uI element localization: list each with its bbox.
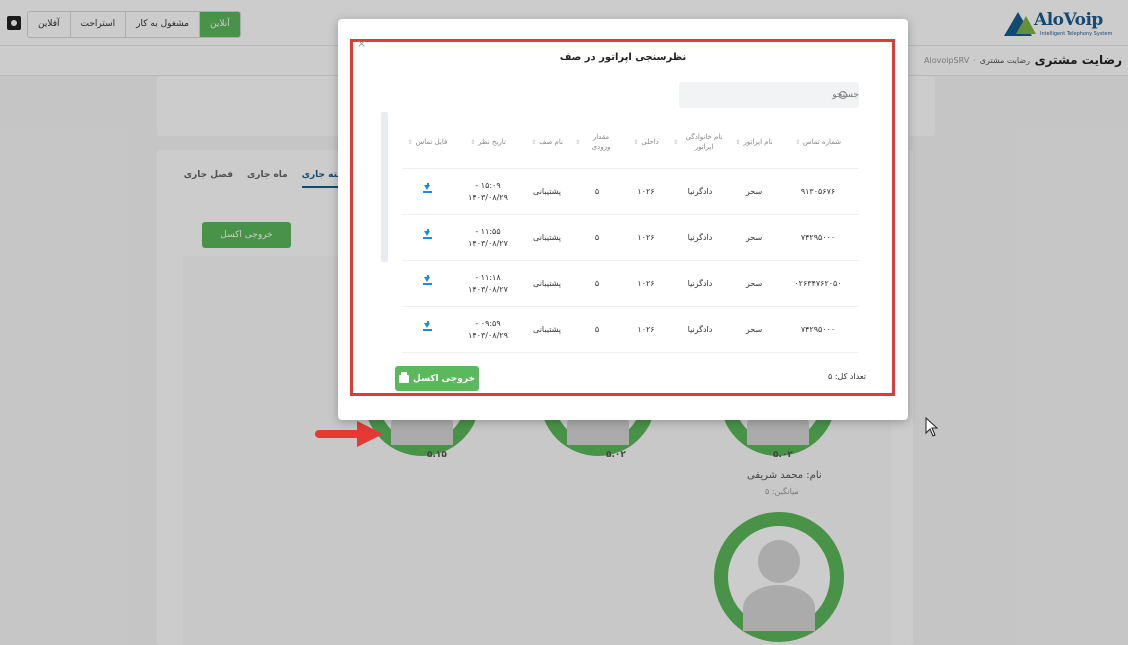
cell-phone: ۷۴۲۹۵۰۰۰ [800, 232, 836, 242]
cell-last-name: دادگرنیا [687, 324, 713, 334]
download-icon[interactable] [423, 229, 432, 240]
table-row: ۷۴۲۹۵۰۰۰ سحر دادگرنیا ۱۰۲۶ ۵ پشتیبانی ۰۹… [402, 307, 859, 353]
cell-date: ۱۴۰۳/۰۸/۲۷ [468, 284, 508, 294]
modal-excel-export-button[interactable]: خروجی اکسل [395, 366, 479, 391]
cell-extension: ۱۰۲۶ [637, 278, 655, 288]
table-row: ۹۱۳۰۵۶۷۶ سحر دادگرنیا ۱۰۲۶ ۵ پشتیبانی ۱۵… [402, 169, 859, 215]
column-label: فایل تماس [415, 137, 448, 146]
column-label: نام صف [539, 137, 563, 146]
cell-phone: ۰۲۶۳۴۷۶۲۰۵۰ [794, 278, 842, 288]
cell-time: ۱۱:۵۵ - [475, 226, 501, 236]
survey-modal: × نظرسنجی اپراتور در صف شماره تماس⇕ نام … [338, 19, 908, 420]
download-icon[interactable] [423, 321, 432, 332]
cell-extension: ۱۰۲۶ [637, 186, 655, 196]
column-label: داخلی [641, 137, 659, 146]
cell-file [402, 229, 453, 244]
sort-icon: ⇕ [407, 138, 413, 146]
cell-last-name: دادگرنیا [687, 186, 713, 196]
cell-last-name: دادگرنیا [687, 278, 713, 288]
table-row: ۷۴۲۹۵۰۰۰ سحر دادگرنیا ۱۰۲۶ ۵ پشتیبانی ۱۱… [402, 215, 859, 261]
cell-last-name: دادگرنیا [687, 232, 713, 242]
cell-file [402, 321, 453, 336]
cell-first-name: سحر [745, 232, 763, 242]
cell-first-name: سحر [745, 278, 763, 288]
modal-title: نظرسنجی اپراتور در صف [559, 52, 687, 63]
download-icon[interactable] [423, 183, 432, 194]
cell-datetime: ۱۵:۰۹ - ۱۴۰۳/۰۸/۲۹ [453, 180, 523, 204]
modal-excel-export-label: خروجی اکسل [413, 373, 475, 384]
cell-queue: پشتیبانی [533, 278, 561, 288]
cell-date: ۱۴۰۳/۰۸/۲۷ [468, 238, 508, 248]
cell-time: ۱۱:۱۸ - [475, 272, 501, 282]
cell-phone: ۹۱۳۰۵۶۷۶ [800, 186, 836, 196]
search-input[interactable] [709, 82, 859, 108]
cell-queue: پشتیبانی [533, 232, 561, 242]
cell-time: ۱۵:۰۹ - [475, 180, 501, 190]
cell-first-name: سحر [745, 324, 763, 334]
cell-phone: ۷۴۲۹۵۰۰۰ [800, 324, 836, 334]
column-label: تاریخ نظر [478, 137, 506, 146]
cell-time: ۰۹:۵۹ - [475, 318, 501, 328]
cell-value: ۵ [594, 232, 600, 242]
survey-table: شماره تماس ⇕ نام اپراتور ⇕ نام خانوادگی اپ… [402, 117, 859, 353]
download-icon[interactable] [423, 275, 432, 286]
sort-icon: ⇕ [575, 138, 581, 146]
search-box [679, 82, 859, 108]
cell-datetime: ۰۹:۵۹ - ۱۴۰۳/۰۸/۲۹ [453, 318, 523, 342]
column-header[interactable]: نام صف ⇕ [523, 138, 571, 147]
column-header[interactable]: فایل تماس ⇕ [402, 138, 453, 147]
cell-date: ۱۴۰۳/۰۸/۲۹ [468, 192, 508, 202]
cell-datetime: ۱۱:۵۵ - ۱۴۰۳/۰۸/۲۷ [453, 226, 523, 250]
sort-icon: ⇕ [470, 138, 476, 146]
cell-queue: پشتیبانی [533, 324, 561, 334]
annotation-arrow-icon [315, 421, 385, 447]
cell-extension: ۱۰۲۶ [637, 232, 655, 242]
cell-value: ۵ [594, 324, 600, 334]
cell-file [402, 183, 453, 198]
table-header: شماره تماس ⇕ نام اپراتور ⇕ نام خانوادگی اپ… [402, 117, 859, 169]
sort-icon: ⇕ [673, 138, 679, 146]
cell-value: ۵ [594, 186, 600, 196]
cell-date: ۱۴۰۳/۰۸/۲۹ [468, 330, 508, 340]
column-label: شماره تماس [803, 137, 842, 146]
printer-icon [399, 371, 410, 383]
column-header[interactable]: تاریخ نظر ⇕ [453, 138, 523, 147]
cell-value: ۵ [594, 278, 600, 288]
column-header[interactable]: نام خانوادگی اپراتور ⇕ [669, 133, 731, 151]
column-header[interactable]: شماره تماس ⇕ [777, 138, 859, 147]
sort-icon: ⇕ [735, 138, 741, 146]
cell-file [402, 275, 453, 290]
table-scrollbar[interactable] [381, 112, 388, 262]
cell-extension: ۱۰۲۶ [637, 324, 655, 334]
column-header[interactable]: نام اپراتور ⇕ [731, 138, 777, 147]
table-row: ۰۲۶۳۴۷۶۲۰۵۰ سحر دادگرنیا ۱۰۲۶ ۵ پشتیبانی… [402, 261, 859, 307]
close-icon[interactable]: × [357, 37, 366, 50]
cell-queue: پشتیبانی [533, 186, 561, 196]
column-label: نام اپراتور [743, 137, 773, 146]
mouse-cursor-icon [925, 417, 939, 437]
column-header[interactable]: داخلی ⇕ [623, 138, 669, 147]
sort-icon: ⇕ [531, 138, 537, 146]
sort-icon: ⇕ [794, 138, 801, 146]
column-label: مقدار ورودی [591, 133, 611, 151]
cell-first-name: سحر [745, 186, 763, 196]
column-label: نام خانوادگی اپراتور [685, 133, 723, 151]
sort-icon: ⇕ [633, 138, 639, 146]
column-header[interactable]: مقدار ورودی ⇕ [571, 133, 623, 151]
total-count: تعداد کل: ۵ [827, 372, 866, 381]
cell-datetime: ۱۱:۱۸ - ۱۴۰۳/۰۸/۲۷ [453, 272, 523, 296]
